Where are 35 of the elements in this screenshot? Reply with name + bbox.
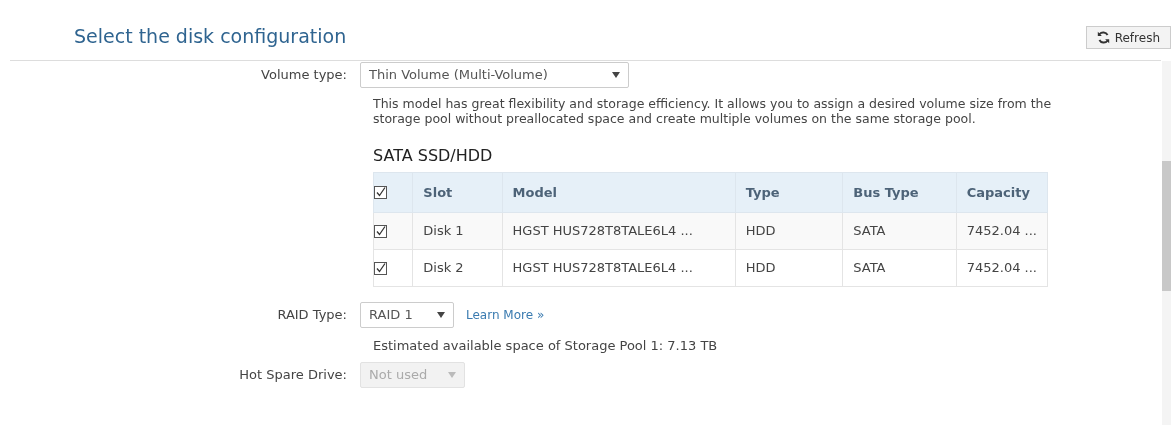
- estimate-text: Estimated available space of Storage Pool 1: 7.13 TB: [373, 337, 719, 355]
- section-title: SATA SSD/HDD: [373, 145, 494, 167]
- table-cell: HDD: [735, 249, 843, 287]
- table-cell: 7452.04 ...: [956, 212, 1048, 250]
- column-header[interactable]: Slot: [412, 172, 503, 213]
- refresh-button[interactable]: Refresh: [1085, 26, 1171, 49]
- field-label: RAID Type:: [276, 306, 348, 325]
- table-cell: Disk 2: [412, 249, 503, 287]
- column-header[interactable]: Capacity: [956, 172, 1048, 213]
- checkbox[interactable]: [374, 261, 387, 275]
- table-cell: SATA: [842, 249, 957, 287]
- table-cell: HGST HUS728T8TALE6L4 ...: [502, 249, 736, 287]
- dropdown[interactable]: RAID 1: [360, 302, 454, 328]
- caret-icon: [437, 312, 445, 318]
- table-cell: 7452.04 ...: [956, 249, 1048, 287]
- refresh-icon: [1096, 31, 1110, 44]
- column-header[interactable]: Bus Type: [842, 172, 957, 213]
- checkbox[interactable]: [374, 224, 387, 238]
- description-text: This model has great flexibility and storage efficiency. It allows you to assign a desired volume size from the storage pool without preallocated space and create multiple volumes on the same storage pool.: [373, 96, 1053, 126]
- table-cell: Disk 1: [412, 212, 503, 250]
- field-label: Volume type:: [260, 66, 348, 85]
- field-label: Hot Spare Drive:: [238, 365, 348, 384]
- scrollbar[interactable]: [1162, 61, 1171, 425]
- table-cell: HDD: [735, 212, 843, 250]
- table-cell: SATA: [842, 212, 957, 250]
- column-header[interactable]: Type: [735, 172, 843, 213]
- checkbox[interactable]: [374, 186, 387, 199]
- column-header[interactable]: Model: [502, 172, 736, 213]
- caret-icon: [448, 371, 456, 378]
- learn-more-link[interactable]: Learn More »: [466, 306, 545, 324]
- page-title: Select the disk configuration: [74, 24, 347, 49]
- caret-icon: [612, 72, 620, 78]
- scrollbar-thumb[interactable]: [1162, 161, 1171, 291]
- dropdown[interactable]: Thin Volume (Multi-Volume): [360, 62, 629, 88]
- table-cell: HGST HUS728T8TALE6L4 ...: [502, 212, 736, 250]
